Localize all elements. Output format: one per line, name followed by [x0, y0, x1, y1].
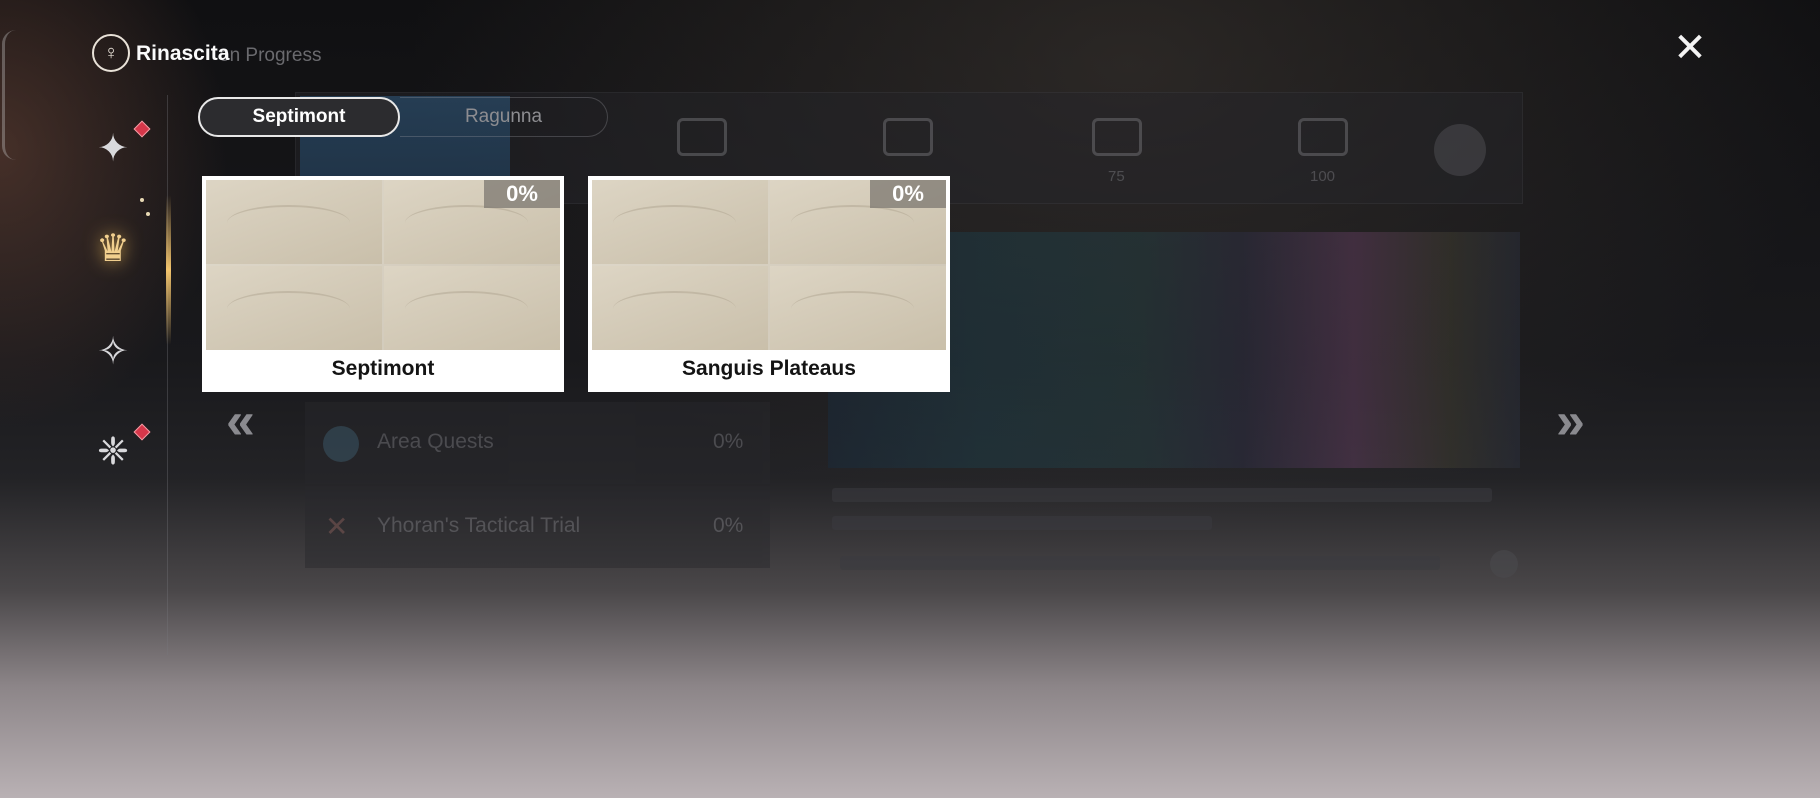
app-subtitle: on Progress [219, 45, 322, 66]
ghost-description [832, 516, 1212, 530]
rail-edge [2, 30, 16, 160]
app-title: Rinascita [136, 42, 230, 65]
region-name: Sanguis Plateaus [682, 357, 856, 380]
region-progress-badge: 0% [870, 180, 946, 208]
sparkle-decoration [146, 212, 150, 216]
region-card-sanguis-plateaus[interactable]: 0% Sanguis Plateaus [588, 176, 950, 392]
ghost-milestone: 75 [1108, 168, 1125, 185]
ghost-row-value: 0% [713, 514, 744, 537]
ghost-chest-icon [677, 118, 727, 156]
previous-page-button[interactable]: « [226, 392, 255, 450]
shard-emblem-icon: ✧ [97, 330, 129, 373]
beast-emblem-icon: ❈ [97, 430, 129, 473]
tab-septimont[interactable]: Septimont [198, 97, 400, 137]
ghost-quest-icon [323, 426, 359, 462]
ghost-row: ✕ Yhoran's Tactical Trial 0% [305, 486, 770, 568]
region-card-septimont[interactable]: 0% Septimont [202, 176, 564, 392]
ghost-info-icon [1490, 550, 1518, 578]
explorer-emblem-icon: ✦ [97, 127, 129, 170]
region-progress-badge: 0% [484, 180, 560, 208]
sidebar-item-explorer[interactable]: ✦ [80, 115, 151, 181]
close-icon: ✕ [1673, 26, 1707, 70]
goddess-emblem-icon: ♛ [95, 227, 131, 270]
ghost-row: Area Quests 0% [305, 402, 770, 484]
ghost-row-label: Area Quests [377, 430, 494, 453]
tab-ragunna[interactable]: Ragunna [400, 97, 608, 137]
double-chevron-left-icon: « [226, 392, 255, 450]
ghost-chest-icon [883, 118, 933, 156]
ghost-row-label: Yhoran's Tactical Trial [377, 514, 581, 537]
ghost-medal-icon [1434, 124, 1486, 176]
ghost-unlock-hint [840, 556, 1440, 570]
ghost-chest-icon [1092, 118, 1142, 156]
sparkle-decoration [140, 198, 144, 202]
sidebar-item-tactical[interactable]: ✧ [80, 318, 146, 384]
sidebar-item-beast[interactable]: ❈ [80, 418, 151, 484]
next-page-button[interactable]: » [1556, 392, 1585, 450]
sidebar-active-indicator [166, 195, 171, 345]
double-chevron-right-icon: » [1556, 392, 1585, 450]
sidebar-divider [167, 95, 168, 655]
ghost-chest-icon [1298, 118, 1348, 156]
app-logo-icon: ♀ [92, 34, 130, 72]
ghost-row-value: 0% [713, 430, 744, 453]
ghost-cross-icon: ✕ [325, 511, 349, 542]
region-name: Septimont [331, 357, 435, 380]
sidebar-item-exploration[interactable]: ♛ [80, 215, 146, 281]
close-button[interactable]: ✕ [1670, 28, 1710, 68]
ghost-description [832, 488, 1492, 502]
ghost-milestone: 100 [1310, 168, 1336, 185]
